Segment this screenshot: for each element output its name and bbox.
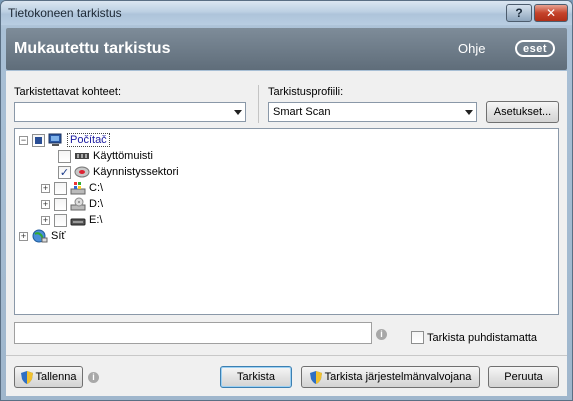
expand-icon[interactable]: + (41, 215, 50, 225)
targets-dropdown[interactable] (14, 102, 246, 122)
drive-d-checkbox[interactable] (54, 197, 67, 211)
page-title: Mukautettu tarkistus (14, 40, 171, 57)
tree-node-label: Käyttömuisti (93, 150, 153, 162)
target-path-input[interactable] (14, 322, 372, 344)
profile-label: Tarkistusprofiili: (268, 86, 344, 98)
save-button[interactable]: Tallenna (14, 366, 83, 388)
chevron-down-icon (234, 110, 242, 115)
admin-scan-button[interactable]: Tarkista järjestelmänvalvojana (301, 366, 480, 388)
tree-node-label: Käynnistyssektori (93, 166, 179, 178)
memory-icon (74, 149, 90, 163)
tree-node-computer[interactable]: − Počítač (19, 132, 110, 148)
profile-value: Smart Scan (273, 106, 331, 118)
shield-icon (309, 370, 322, 384)
admin-scan-button-label: Tarkista järjestelmänvalvojana (324, 371, 472, 383)
help-link[interactable]: Ohje (458, 41, 485, 56)
tree-node-drive-d[interactable]: + D:\ (41, 196, 103, 212)
info-icon[interactable]: i (376, 329, 387, 340)
tree-node-boot-sector[interactable]: ✓ Käynnistyssektori (45, 164, 179, 180)
tree-node-label: Síť (51, 230, 66, 242)
footer-divider (6, 355, 567, 356)
profile-dropdown[interactable]: Smart Scan (268, 102, 477, 122)
scan-window: Tietokoneen tarkistus ? ✕ Mukautettu tar… (0, 0, 573, 401)
scan-button[interactable]: Tarkista (220, 366, 292, 388)
header-banner: Mukautettu tarkistus Ohje eset (6, 28, 567, 70)
targets-label: Tarkistettavat kohteet: (14, 86, 121, 98)
tree-node-label: Počítač (67, 133, 110, 147)
save-button-label: Tallenna (35, 371, 77, 383)
computer-icon (48, 133, 64, 147)
drive-e-checkbox[interactable] (54, 213, 67, 227)
shield-icon (20, 370, 33, 384)
no-clean-option[interactable]: Tarkista puhdistamatta (411, 331, 537, 344)
tree-node-label: E:\ (89, 214, 103, 226)
tree-node-label: D:\ (89, 198, 104, 210)
divider (258, 85, 259, 123)
expand-icon[interactable]: + (41, 199, 50, 209)
no-clean-label: Tarkista puhdistamatta (427, 331, 538, 344)
expand-icon[interactable]: + (19, 231, 28, 241)
windows-drive-icon (70, 181, 86, 195)
tree-node-label: C:\ (89, 182, 104, 194)
drive-c-checkbox[interactable] (54, 181, 67, 195)
scan-target-tree[interactable]: − Počítač Käyttömuisti ✓ Käynnistyssekto… (14, 128, 559, 315)
computer-checkbox[interactable] (32, 133, 45, 147)
boot-sector-icon (74, 165, 90, 179)
tree-node-network[interactable]: + Síť (19, 228, 66, 244)
cd-drive-icon (70, 197, 86, 211)
network-icon (32, 229, 48, 243)
info-icon[interactable]: i (88, 372, 99, 383)
memory-checkbox[interactable] (58, 149, 71, 163)
title-bar[interactable]: Tietokoneen tarkistus ? ✕ (1, 1, 572, 25)
cancel-button[interactable]: Peruuta (488, 366, 559, 388)
no-clean-checkbox[interactable] (411, 331, 424, 344)
chevron-down-icon (465, 110, 473, 115)
help-button[interactable]: ? (506, 4, 532, 22)
tree-node-drive-c[interactable]: + C:\ (41, 180, 103, 196)
removable-drive-icon (70, 213, 86, 227)
close-button[interactable]: ✕ (534, 4, 568, 22)
dialog-content: Tarkistettavat kohteet: Tarkistusprofiil… (6, 71, 567, 396)
eset-logo: eset (515, 40, 555, 57)
settings-button[interactable]: Asetukset... (486, 101, 559, 123)
tree-node-memory[interactable]: Käyttömuisti (45, 148, 153, 164)
boot-sector-checkbox[interactable]: ✓ (58, 165, 71, 179)
window-title: Tietokoneen tarkistus (8, 6, 122, 20)
collapse-icon[interactable]: − (19, 135, 28, 145)
expand-icon[interactable]: + (41, 183, 50, 193)
tree-node-drive-e[interactable]: + E:\ (41, 212, 102, 228)
